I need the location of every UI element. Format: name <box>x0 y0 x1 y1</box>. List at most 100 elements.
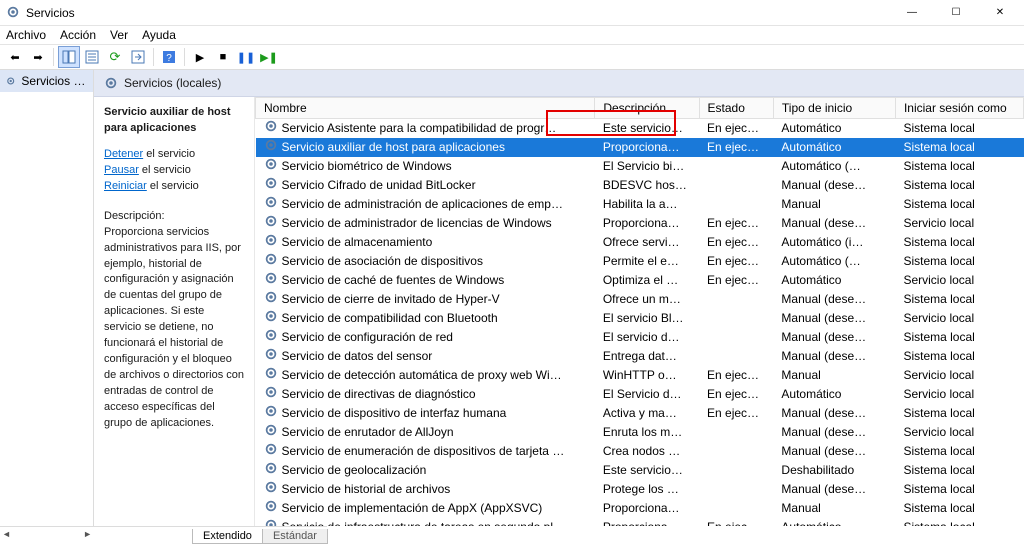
table-row[interactable]: Servicio de compatibilidad con Bluetooth… <box>256 309 1024 328</box>
service-state: En ejecu… <box>699 271 773 290</box>
service-description: Crea nodos … <box>595 442 699 461</box>
service-description: BDESVC hos… <box>595 176 699 195</box>
refresh-button[interactable]: ⟳ <box>104 46 126 68</box>
service-start-type: Manual <box>773 195 895 214</box>
services-list[interactable]: Nombre Descripción Estado Tipo de inicio… <box>254 97 1024 526</box>
menu-ayuda[interactable]: Ayuda <box>142 28 176 42</box>
service-description: Proporciona… <box>595 214 699 233</box>
menu-archivo[interactable]: Archivo <box>6 28 46 42</box>
export-list-button[interactable] <box>127 46 149 68</box>
scroll-left-icon[interactable]: ◄ <box>2 529 11 539</box>
table-row[interactable]: Servicio de configuración de redEl servi… <box>256 328 1024 347</box>
restart-link-suffix: el servicio <box>147 180 199 192</box>
service-icon <box>264 366 278 385</box>
service-logon: Sistema local <box>895 119 1023 139</box>
pause-link-suffix: el servicio <box>139 164 191 176</box>
table-row[interactable]: Servicio de historial de archivosProtege… <box>256 480 1024 499</box>
col-name[interactable]: Nombre <box>256 98 595 119</box>
table-row[interactable]: Servicio de implementación de AppX (AppX… <box>256 499 1024 518</box>
show-hide-tree-button[interactable] <box>58 46 80 68</box>
service-description: Enruta los m… <box>595 423 699 442</box>
table-row[interactable]: Servicio de administrador de licencias d… <box>256 214 1024 233</box>
table-row[interactable]: Servicio Cifrado de unidad BitLockerBDES… <box>256 176 1024 195</box>
close-button[interactable]: ✕ <box>978 0 1022 26</box>
service-state: En ejecu… <box>699 214 773 233</box>
service-start-type: Automático <box>773 119 895 139</box>
pause-service-button[interactable]: ❚❚ <box>235 46 257 68</box>
service-state <box>699 195 773 214</box>
service-logon: Sistema local <box>895 290 1023 309</box>
tab-extendido[interactable]: Extendido <box>192 529 263 544</box>
service-state: En ejecu… <box>699 119 773 139</box>
service-description: Permite el e… <box>595 252 699 271</box>
service-name: Servicio de datos del sensor <box>282 348 433 365</box>
service-description: Proporciona… <box>595 138 699 157</box>
service-logon: Servicio local <box>895 309 1023 328</box>
service-start-type: Automático <box>773 138 895 157</box>
service-start-type: Manual <box>773 499 895 518</box>
table-row[interactable]: Servicio de enumeración de dispositivos … <box>256 442 1024 461</box>
service-logon: Sistema local <box>895 480 1023 499</box>
table-row[interactable]: Servicio de detección automática de prox… <box>256 366 1024 385</box>
tab-estandar[interactable]: Estándar <box>262 529 328 544</box>
table-row[interactable]: Servicio de infraestructura de tareas en… <box>256 518 1024 526</box>
service-icon <box>264 385 278 404</box>
service-logon: Servicio local <box>895 271 1023 290</box>
view-tabs: Extendido Estándar <box>94 526 327 544</box>
service-description: El Servicio bi… <box>595 157 699 176</box>
scroll-right-icon[interactable]: ► <box>83 529 92 539</box>
restart-link[interactable]: Reiniciar <box>104 180 147 192</box>
table-row[interactable]: Servicio de enrutador de AllJoyn Enruta l… <box>256 423 1024 442</box>
table-row[interactable]: Servicio de directivas de diagnósticoEl … <box>256 385 1024 404</box>
help-button[interactable]: ? <box>158 46 180 68</box>
service-description: Este servicio… <box>595 119 699 139</box>
maximize-button[interactable]: ☐ <box>934 0 978 26</box>
service-logon: Servicio local <box>895 423 1023 442</box>
menu-ver[interactable]: Ver <box>110 28 128 42</box>
table-row[interactable]: Servicio de cierre de invitado de Hyper-… <box>256 290 1024 309</box>
service-icon <box>264 518 278 526</box>
col-start-type[interactable]: Tipo de inicio <box>773 98 895 119</box>
minimize-button[interactable]: — <box>890 0 934 26</box>
restart-service-button[interactable]: ▶❚ <box>258 46 280 68</box>
service-start-type: Manual (dese… <box>773 480 895 499</box>
table-row[interactable]: Servicio de administración de aplicacion… <box>256 195 1024 214</box>
back-button[interactable]: ⬅ <box>4 46 26 68</box>
table-row[interactable]: Servicio de almacenamientoOfrece servi…E… <box>256 233 1024 252</box>
service-icon <box>264 328 278 347</box>
table-row[interactable]: Servicio Asistente para la compatibilida… <box>256 119 1024 139</box>
tree-horizontal-scrollbar[interactable]: ◄ ► <box>0 526 94 540</box>
col-description[interactable]: Descripción <box>595 98 699 119</box>
service-name: Servicio de enrutador de AllJoyn <box>282 424 454 441</box>
forward-button[interactable]: ➡ <box>27 46 49 68</box>
table-row[interactable]: Servicio auxiliar de host para aplicacio… <box>256 138 1024 157</box>
menu-accion[interactable]: Acción <box>60 28 96 42</box>
start-service-button[interactable]: ▶ <box>189 46 211 68</box>
col-logon-as[interactable]: Iniciar sesión como <box>895 98 1023 119</box>
table-row[interactable]: Servicio de datos del sensorEntrega dat…… <box>256 347 1024 366</box>
stop-link[interactable]: Detener <box>104 148 143 160</box>
table-row[interactable]: Servicio de caché de fuentes de WindowsO… <box>256 271 1024 290</box>
service-start-type: Deshabilitado <box>773 461 895 480</box>
pause-link[interactable]: Pausar <box>104 164 139 176</box>
service-name: Servicio de geolocalización <box>282 462 427 479</box>
service-description: El servicio d… <box>595 328 699 347</box>
stop-service-button[interactable]: ■ <box>212 46 234 68</box>
service-name: Servicio de almacenamiento <box>282 234 433 251</box>
table-row[interactable]: Servicio de geolocalizaciónEste servicio… <box>256 461 1024 480</box>
tree-item-services-local[interactable]: Servicios (locales) <box>0 70 93 92</box>
table-row[interactable]: Servicio de dispositivo de interfaz huma… <box>256 404 1024 423</box>
service-start-type: Manual (dese… <box>773 214 895 233</box>
service-name: Servicio de caché de fuentes de Windows <box>282 272 505 289</box>
table-row[interactable]: Servicio de asociación de dispositivosPe… <box>256 252 1024 271</box>
service-start-type: Automático (… <box>773 157 895 176</box>
service-icon <box>264 214 278 233</box>
tree-pane[interactable]: Servicios (locales) <box>0 70 94 526</box>
table-row[interactable]: Servicio biométrico de WindowsEl Servici… <box>256 157 1024 176</box>
col-state[interactable]: Estado <box>699 98 773 119</box>
service-name: Servicio de cierre de invitado de Hyper-… <box>282 291 500 308</box>
app-icon <box>6 5 22 21</box>
service-logon: Sistema local <box>895 138 1023 157</box>
service-logon: Sistema local <box>895 328 1023 347</box>
properties-button[interactable] <box>81 46 103 68</box>
